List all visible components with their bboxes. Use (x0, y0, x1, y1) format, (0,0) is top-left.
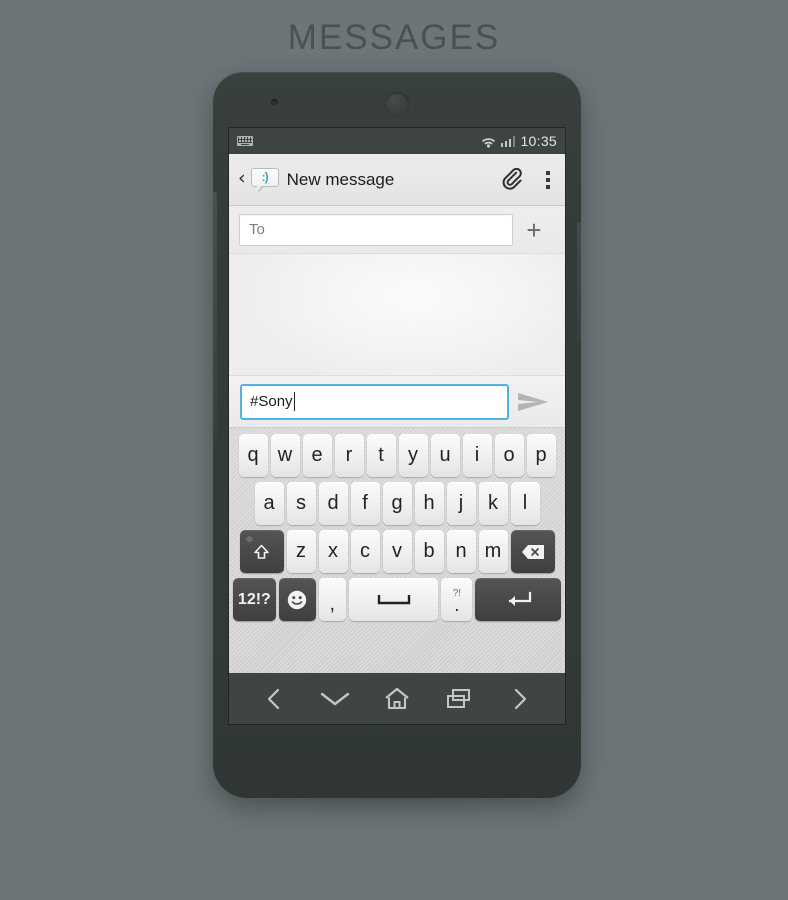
key-o[interactable]: o (494, 434, 524, 477)
recipient-placeholder: To (249, 221, 265, 238)
shift-key[interactable] (239, 530, 284, 573)
shift-arrow-icon (254, 544, 269, 559)
message-bubble-face: :) (261, 170, 269, 184)
nav-forward-button[interactable] (498, 679, 542, 719)
period-key[interactable]: ?! . (441, 578, 473, 621)
key-d[interactable]: d (318, 482, 348, 525)
phone-device: 10:35 ‹ :) New message To + #Sony q w e … (213, 72, 581, 798)
message-input-value: #Sony (250, 393, 293, 410)
key-a[interactable]: a (254, 482, 284, 525)
key-f[interactable]: f (350, 482, 380, 525)
send-arrow-icon (518, 392, 548, 411)
keyboard-row-2: a s d f g h j k l (233, 482, 561, 525)
key-i[interactable]: i (462, 434, 492, 477)
key-h[interactable]: h (414, 482, 444, 525)
phone-right-bezel-highlight (577, 222, 581, 342)
key-p[interactable]: p (526, 434, 556, 477)
keyboard-icon (237, 136, 253, 146)
spacebar-icon (377, 594, 410, 604)
recipient-input[interactable]: To (239, 213, 513, 246)
page-title: MESSAGES (287, 18, 501, 57)
key-t[interactable]: t (366, 434, 396, 477)
keyboard-row-4: 12!? , ?! . (233, 578, 561, 621)
key-v[interactable]: v (382, 530, 412, 573)
space-key[interactable] (348, 578, 439, 621)
back-chevron-icon[interactable]: ‹ (235, 169, 249, 190)
nav-forward-icon (515, 688, 527, 709)
status-bar-left (237, 136, 253, 146)
comma-key[interactable]: , (318, 578, 346, 621)
proximity-sensor (271, 99, 278, 106)
wifi-icon (481, 135, 496, 148)
phone-left-bezel-highlight (213, 192, 217, 442)
backspace-key[interactable] (510, 530, 555, 573)
enter-return-icon (509, 591, 532, 606)
add-contact-button[interactable]: + (513, 217, 555, 243)
recipient-row: To + (229, 206, 565, 254)
key-e[interactable]: e (302, 434, 332, 477)
recents-button[interactable] (437, 679, 481, 719)
navigation-bar (229, 673, 565, 724)
key-u[interactable]: u (430, 434, 460, 477)
app-bar: ‹ :) New message (229, 154, 565, 206)
chevron-down-icon (321, 692, 350, 705)
key-x[interactable]: x (318, 530, 348, 573)
key-z[interactable]: z (286, 530, 316, 573)
status-bar: 10:35 (229, 128, 565, 154)
text-caret (293, 392, 296, 411)
period-key-label: . (454, 595, 460, 615)
front-camera (385, 92, 409, 116)
enter-key[interactable] (475, 578, 561, 621)
key-j[interactable]: j (446, 482, 476, 525)
shift-led-indicator (245, 535, 253, 542)
message-bubble-icon[interactable]: :) (250, 167, 279, 192)
home-icon (385, 687, 409, 709)
key-m[interactable]: m (478, 530, 508, 573)
compose-row: #Sony (229, 376, 565, 428)
key-k[interactable]: k (478, 482, 508, 525)
key-l[interactable]: l (510, 482, 540, 525)
hide-keyboard-button[interactable] (313, 679, 357, 719)
keyboard-row-3: z x c v b n m (233, 530, 561, 573)
key-r[interactable]: r (334, 434, 364, 477)
key-c[interactable]: c (350, 530, 380, 573)
nav-back-icon (267, 688, 279, 709)
on-screen-keyboard: q w e r t y u i o p a s d f g h j k l z … (229, 428, 565, 673)
phone-screen: 10:35 ‹ :) New message To + #Sony q w e … (229, 128, 565, 724)
status-bar-right: 10:35 (481, 133, 557, 149)
overflow-menu-icon[interactable] (542, 169, 554, 191)
nav-back-button[interactable] (252, 679, 296, 719)
key-s[interactable]: s (286, 482, 316, 525)
recents-icon (446, 688, 470, 708)
send-button[interactable] (509, 389, 557, 415)
key-g[interactable]: g (382, 482, 412, 525)
app-bar-actions (502, 167, 554, 192)
key-n[interactable]: n (446, 530, 476, 573)
smiley-icon (288, 590, 307, 609)
paperclip-icon[interactable] (502, 167, 524, 192)
key-y[interactable]: y (398, 434, 428, 477)
key-w[interactable]: w (270, 434, 300, 477)
message-input[interactable]: #Sony (240, 383, 509, 420)
symbols-key[interactable]: 12!? (233, 578, 276, 621)
backspace-icon (521, 544, 544, 559)
status-bar-clock: 10:35 (520, 133, 557, 149)
emoji-key[interactable] (278, 578, 316, 621)
conversation-area (229, 254, 565, 376)
key-b[interactable]: b (414, 530, 444, 573)
signal-bars-icon (500, 135, 516, 147)
key-q[interactable]: q (238, 434, 268, 477)
keyboard-row-1: q w e r t y u i o p (233, 434, 561, 477)
page-header-title: New message (286, 169, 395, 189)
home-button[interactable] (375, 679, 419, 719)
